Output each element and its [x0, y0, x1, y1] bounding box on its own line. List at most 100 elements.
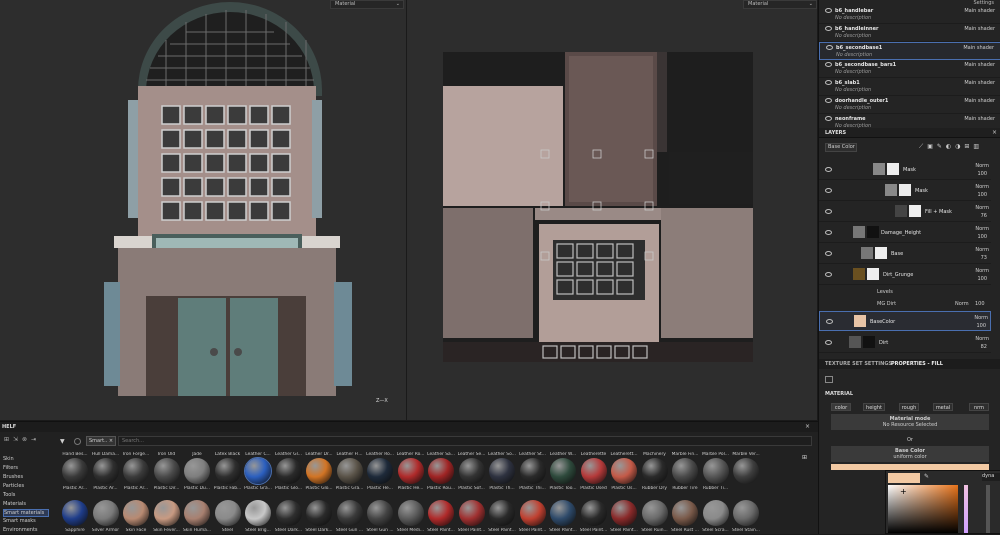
material-preview-ball[interactable] [580, 500, 607, 526]
shelf-category-environments[interactable]: Environments [3, 527, 38, 533]
layer-row[interactable]: Damage_Height Norm 100 [819, 223, 991, 243]
base-color-button[interactable]: Base Color uniform color [831, 446, 989, 462]
shelf-category-brushes[interactable]: Brushes [3, 474, 23, 480]
channel-dropdown[interactable]: Base Color [825, 143, 857, 152]
eye-icon[interactable] [826, 45, 833, 50]
material-preview-ball[interactable] [519, 500, 546, 526]
material-preview-ball[interactable] [306, 458, 332, 484]
effect-mg-dirt-opacity[interactable]: 100 [975, 301, 985, 307]
filter-icon[interactable]: ▼ [60, 438, 65, 445]
eye-icon[interactable] [825, 188, 832, 193]
chip-height[interactable]: height [863, 403, 885, 411]
material-mode-button[interactable]: Material mode No Resource Selected [831, 414, 989, 430]
picker-value-slider[interactable] [986, 485, 990, 533]
material-preview-ball[interactable] [275, 458, 302, 484]
texture-set-item[interactable]: b6_handleinner No description Main shader [819, 24, 1000, 42]
texture-set-item[interactable]: b6_secondbase_bars1 No description Main sh… [819, 60, 1000, 78]
layer-blend-mode[interactable]: Norm [975, 247, 989, 253]
circle-icon[interactable] [74, 438, 81, 445]
material-preview-ball[interactable] [123, 500, 149, 526]
viewport-2d[interactable]: Material ⌄ [407, 0, 817, 420]
material-preview-ball[interactable] [397, 458, 424, 484]
eye-icon[interactable] [825, 230, 832, 235]
close-icon[interactable]: × [992, 129, 997, 136]
material-preview-ball[interactable] [611, 500, 637, 526]
material-preview-ball[interactable] [306, 500, 332, 526]
layer-row[interactable]: Dirt Norm 82 [819, 333, 991, 353]
layer-opacity[interactable]: 100 [977, 276, 987, 282]
material-preview-ball[interactable] [184, 500, 210, 526]
material-preview-ball[interactable] [489, 500, 515, 526]
texture-set-item[interactable]: doorhandle_outer1 No description Main shad… [819, 96, 1000, 114]
material-preview-ball[interactable] [702, 458, 729, 484]
material-preview-ball[interactable] [702, 500, 729, 526]
texture-set-shader[interactable]: Main shader [963, 45, 994, 51]
material-preview-ball[interactable] [336, 458, 363, 484]
shelf-category-skin[interactable]: Skin [3, 456, 14, 462]
color-picker-popup[interactable]: ✎ + dyna [885, 470, 1000, 534]
material-preview-ball[interactable] [214, 500, 241, 526]
material-preview-ball[interactable] [275, 500, 302, 526]
picker-mode-label[interactable]: dyna [982, 473, 1000, 481]
material-preview-ball[interactable] [367, 458, 393, 484]
material-preview-ball[interactable] [611, 458, 637, 484]
effect-mg-dirt-blend[interactable]: Norm [955, 301, 969, 307]
eye-icon[interactable] [825, 209, 832, 214]
layer-blend-mode[interactable]: Norm [975, 184, 989, 190]
material-preview-ball[interactable] [428, 458, 454, 484]
material-preview-ball[interactable] [214, 458, 241, 484]
shelf-search-input[interactable]: Search... [118, 436, 812, 446]
filter-tag[interactable]: Smart.. × [86, 436, 116, 446]
shelf-category-smart-masks[interactable]: Smart masks [3, 518, 36, 524]
eye-icon[interactable] [825, 272, 832, 277]
material-preview-ball[interactable] [92, 500, 119, 526]
material-preview-ball[interactable] [580, 458, 607, 484]
shelf-category-particles[interactable]: Particles [3, 483, 24, 489]
viewport-3d[interactable]: Material ⌄ Z—X [0, 0, 406, 420]
layer-blend-mode[interactable]: Norm [975, 226, 989, 232]
material-preview-ball[interactable] [92, 458, 119, 484]
layer-opacity[interactable]: 76 [981, 213, 987, 219]
material-preview-ball[interactable] [641, 500, 668, 526]
chip-rough[interactable]: rough [899, 403, 919, 411]
texture-set-shader[interactable]: Main shader [964, 116, 995, 122]
layer-row[interactable]: Base Norm 73 [819, 244, 991, 264]
eye-icon[interactable] [825, 167, 832, 172]
eye-icon[interactable] [825, 251, 832, 256]
eye-icon[interactable] [825, 8, 832, 13]
texture-set-item-selected[interactable]: b6_secondbase1 No description Main shader [819, 42, 1000, 60]
material-preview-ball[interactable] [245, 500, 271, 526]
material-preview-ball[interactable] [733, 500, 759, 526]
picker-crosshair[interactable]: + [900, 487, 907, 496]
grid-view-icon[interactable]: ⊞ [802, 454, 807, 461]
material-preview-ball[interactable] [641, 458, 668, 484]
material-preview-ball[interactable] [550, 500, 576, 526]
material-preview-ball[interactable] [244, 457, 272, 485]
layer-row[interactable]: Dirt_Grunge Norm 100 [819, 265, 991, 285]
material-preview-ball[interactable] [153, 500, 180, 526]
shelf-category-tools[interactable]: Tools [3, 492, 15, 498]
layer-opacity[interactable]: 100 [977, 234, 987, 240]
texture-set-item[interactable]: b6_handlebar No description Main shader [819, 6, 1000, 24]
texture-set-shader[interactable]: Main shader [964, 8, 995, 14]
material-preview-ball[interactable] [62, 500, 88, 526]
texture-set-shader[interactable]: Main shader [964, 80, 995, 86]
eyedropper-icon[interactable]: ✎ [924, 473, 929, 480]
material-preview-ball[interactable] [367, 500, 393, 526]
layer-blend-mode[interactable]: Norm [975, 336, 989, 342]
layer-opacity[interactable]: 82 [981, 344, 987, 350]
layer-opacity[interactable]: 73 [981, 255, 987, 261]
layer-blend-mode[interactable]: Norm [974, 315, 988, 321]
shelf-toolbar[interactable]: ⊞⇲⊗⇥ [4, 436, 40, 443]
layer-opacity[interactable]: 100 [977, 192, 987, 198]
tab-texture-set-settings[interactable]: TEXTURE SET SETTINGS [825, 361, 892, 367]
material-preview-ball[interactable] [672, 458, 698, 484]
material-preview-ball[interactable] [62, 458, 88, 484]
layer-opacity[interactable]: 100 [976, 323, 986, 329]
effect-levels[interactable]: Levels [877, 289, 893, 295]
layer-row[interactable]: Fill + Mask Norm 76 [819, 202, 991, 222]
chip-color[interactable]: color [831, 403, 851, 411]
material-preview-ball[interactable] [733, 458, 759, 484]
texture-set-item[interactable]: b6_slab1 No description Main shader [819, 78, 1000, 96]
material-preview-ball[interactable] [550, 458, 576, 484]
